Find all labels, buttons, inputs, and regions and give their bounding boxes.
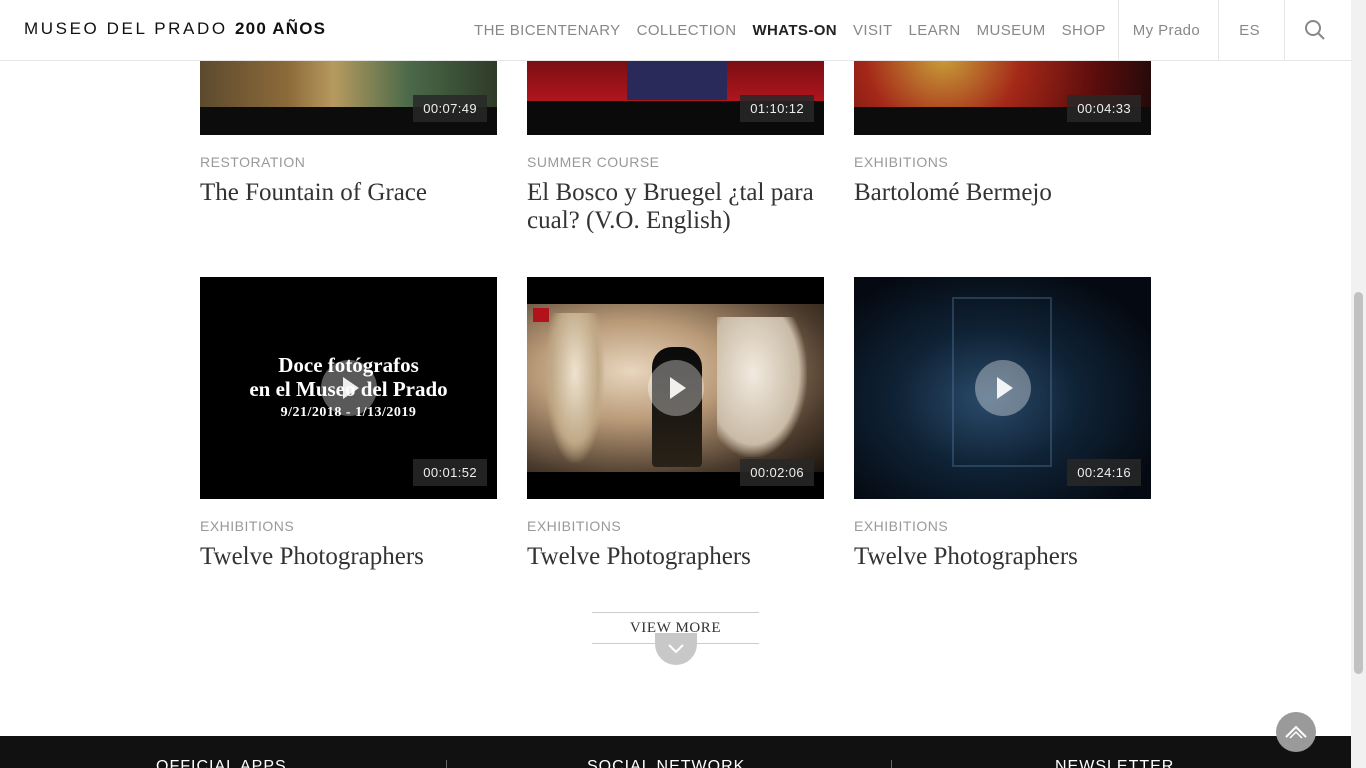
video-title[interactable]: Twelve Photographers [527,543,824,571]
nav-item-museum[interactable]: MUSEUM [977,22,1046,39]
chevron-up-icon [1285,725,1307,739]
video-category: SUMMER COURSE [527,154,660,170]
video-category: EXHIBITIONS [854,154,949,170]
video-duration: 00:01:52 [413,459,487,486]
footer-heading-newsletter: NEWSLETTER [1055,758,1175,768]
nav-item-learn[interactable]: LEARN [909,22,961,39]
scrollbar-thumb[interactable] [1354,292,1363,674]
main-nav: THE BICENTENARY COLLECTION WHATS-ON VISI… [466,0,1345,60]
footer-heading-apps: OFFICIAL APPS [156,758,287,768]
nav-item-shop[interactable]: SHOP [1062,22,1106,39]
video-card[interactable]: 00:02:06 EXHIBITIONS Twelve Photographer… [527,277,824,571]
footer-heading-social: SOCIAL NETWORK [587,758,746,768]
video-title[interactable]: Twelve Photographers [854,543,1151,571]
nav-divider [1117,0,1119,60]
video-title[interactable]: Bartolomé Bermejo [854,179,1151,207]
video-duration: 00:24:16 [1067,459,1141,486]
page-scrollbar[interactable] [1351,0,1366,768]
video-card[interactable]: Doce fotógrafos en el Museo del Prado 9/… [200,277,497,571]
video-duration: 01:10:12 [740,95,814,122]
site-footer: OFFICIAL APPS SOCIAL NETWORK NEWSLETTER [0,736,1351,768]
video-title[interactable]: El Bosco y Bruegel ¿tal para cual? (V.O.… [527,179,824,235]
back-to-top-button[interactable] [1276,712,1316,752]
video-thumbnail[interactable]: Doce fotógrafos en el Museo del Prado 9/… [200,277,497,499]
video-category: EXHIBITIONS [854,518,949,534]
site-header: MUSEO DEL PRADO 200 AÑOS THE BICENTENARY… [0,0,1351,61]
logo-text: MUSEO DEL PRADO [24,19,228,38]
logo-bold-text: 200 AÑOS [235,19,327,38]
language-switch[interactable]: ES [1239,22,1260,39]
video-title[interactable]: The Fountain of Grace [200,179,497,207]
video-duration: 00:02:06 [740,459,814,486]
nav-item-whats-on[interactable]: WHATS-ON [752,22,837,39]
search-icon [1304,20,1325,40]
play-icon[interactable] [320,360,377,416]
footer-divider [891,760,892,768]
video-card[interactable]: 00:24:16 EXHIBITIONS Twelve Photographer… [854,277,1151,571]
search-button[interactable] [1285,0,1345,60]
video-title[interactable]: Twelve Photographers [200,543,497,571]
footer-divider [446,760,447,768]
play-icon[interactable] [974,360,1031,416]
video-thumbnail[interactable]: 00:02:06 [527,277,824,499]
nav-item-bicentenary[interactable]: THE BICENTENARY [474,22,621,39]
play-icon[interactable] [647,360,704,416]
video-category: EXHIBITIONS [527,518,622,534]
chevron-down-icon[interactable] [655,633,697,665]
video-thumbnail[interactable]: 00:24:16 [854,277,1151,499]
nav-divider [1218,0,1220,60]
nav-item-visit[interactable]: VISIT [853,22,893,39]
video-category: EXHIBITIONS [200,518,295,534]
video-duration: 00:07:49 [413,95,487,122]
site-logo[interactable]: MUSEO DEL PRADO 200 AÑOS [24,19,326,39]
nav-item-collection[interactable]: COLLECTION [637,22,737,39]
video-duration: 00:04:33 [1067,95,1141,122]
my-prado-link[interactable]: My Prado [1133,22,1200,39]
video-category: RESTORATION [200,154,306,170]
